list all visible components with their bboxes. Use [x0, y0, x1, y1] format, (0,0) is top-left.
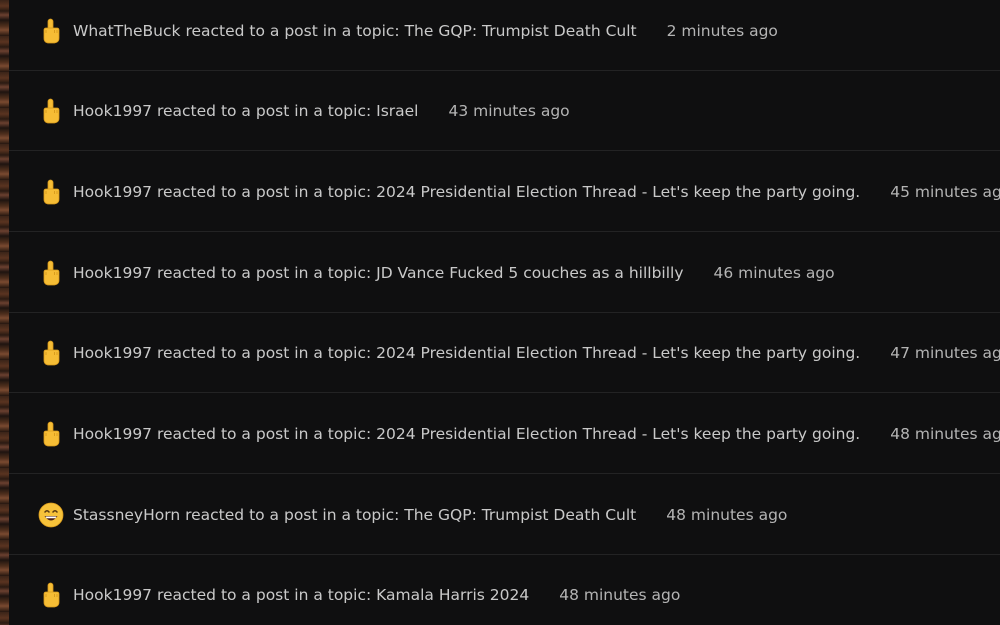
- timestamp[interactable]: 48 minutes ago: [559, 586, 680, 604]
- activity-feed: WhatTheBuck reacted to a post in a topic…: [9, 0, 1000, 625]
- middle-finger-icon: [38, 421, 64, 447]
- feed-item-text: Hook1997 reacted to a post in a topic: 2…: [73, 183, 1000, 201]
- feed-item: WhatTheBuck reacted to a post in a topic…: [9, 0, 1000, 71]
- user-link[interactable]: Hook1997: [73, 183, 152, 201]
- user-link[interactable]: Hook1997: [73, 264, 152, 282]
- timestamp[interactable]: 43 minutes ago: [449, 102, 570, 120]
- topic-link[interactable]: The GQP: Trumpist Death Cult: [405, 22, 637, 40]
- middle-finger-icon: [38, 98, 64, 124]
- middle-finger-icon: [38, 18, 64, 44]
- user-link[interactable]: StassneyHorn: [73, 506, 180, 524]
- timestamp[interactable]: 2 minutes ago: [667, 22, 778, 40]
- feed-item: StassneyHorn reacted to a post in a topi…: [9, 475, 1000, 555]
- feed-item-text: StassneyHorn reacted to a post in a topi…: [73, 506, 787, 524]
- action-text: reacted to a post in a topic:: [152, 424, 377, 443]
- action-text: reacted to a post in a topic:: [152, 263, 377, 282]
- user-link[interactable]: Hook1997: [73, 344, 152, 362]
- feed-item: Hook1997 reacted to a post in a topic: 2…: [9, 313, 1000, 393]
- feed-item-text: WhatTheBuck reacted to a post in a topic…: [73, 22, 778, 40]
- action-text: reacted to a post in a topic:: [152, 343, 377, 362]
- action-text: reacted to a post in a topic:: [152, 101, 377, 120]
- feed-item-text: Hook1997 reacted to a post in a topic: I…: [73, 102, 570, 120]
- timestamp[interactable]: 45 minutes ago: [890, 183, 1000, 201]
- background-image-strip: [0, 0, 9, 625]
- action-text: reacted to a post in a topic:: [152, 182, 377, 201]
- laughing-face-icon: [38, 502, 64, 528]
- middle-finger-icon: [38, 340, 64, 366]
- action-text: reacted to a post in a topic:: [180, 505, 405, 524]
- middle-finger-icon: [38, 260, 64, 286]
- action-text: reacted to a post in a topic:: [180, 21, 405, 40]
- middle-finger-icon: [38, 179, 64, 205]
- feed-item-text: Hook1997 reacted to a post in a topic: 2…: [73, 425, 1000, 443]
- topic-link[interactable]: The GQP: Trumpist Death Cult: [404, 506, 636, 524]
- timestamp[interactable]: 48 minutes ago: [890, 425, 1000, 443]
- feed-item-text: Hook1997 reacted to a post in a topic: 2…: [73, 344, 1000, 362]
- topic-link[interactable]: 2024 Presidential Election Thread - Let'…: [376, 344, 860, 362]
- feed-item: Hook1997 reacted to a post in a topic: I…: [9, 71, 1000, 151]
- feed-item: Hook1997 reacted to a post in a topic: 2…: [9, 152, 1000, 232]
- user-link[interactable]: Hook1997: [73, 586, 152, 604]
- timestamp[interactable]: 47 minutes ago: [890, 344, 1000, 362]
- middle-finger-icon: [38, 582, 64, 608]
- feed-item: Hook1997 reacted to a post in a topic: K…: [9, 555, 1000, 625]
- topic-link[interactable]: Israel: [376, 102, 418, 120]
- feed-item: Hook1997 reacted to a post in a topic: 2…: [9, 394, 1000, 474]
- topic-link[interactable]: Kamala Harris 2024: [376, 586, 529, 604]
- user-link[interactable]: Hook1997: [73, 425, 152, 443]
- topic-link[interactable]: 2024 Presidential Election Thread - Let'…: [376, 425, 860, 443]
- feed-item: Hook1997 reacted to a post in a topic: J…: [9, 233, 1000, 313]
- feed-item-text: Hook1997 reacted to a post in a topic: J…: [73, 264, 835, 282]
- action-text: reacted to a post in a topic:: [152, 585, 377, 604]
- user-link[interactable]: WhatTheBuck: [73, 22, 181, 40]
- topic-link[interactable]: 2024 Presidential Election Thread - Let'…: [376, 183, 860, 201]
- feed-item-text: Hook1997 reacted to a post in a topic: K…: [73, 586, 680, 604]
- activity-feed-page: WhatTheBuck reacted to a post in a topic…: [0, 0, 1000, 625]
- timestamp[interactable]: 48 minutes ago: [666, 506, 787, 524]
- topic-link[interactable]: JD Vance Fucked 5 couches as a hillbilly: [376, 264, 683, 282]
- user-link[interactable]: Hook1997: [73, 102, 152, 120]
- timestamp[interactable]: 46 minutes ago: [714, 264, 835, 282]
